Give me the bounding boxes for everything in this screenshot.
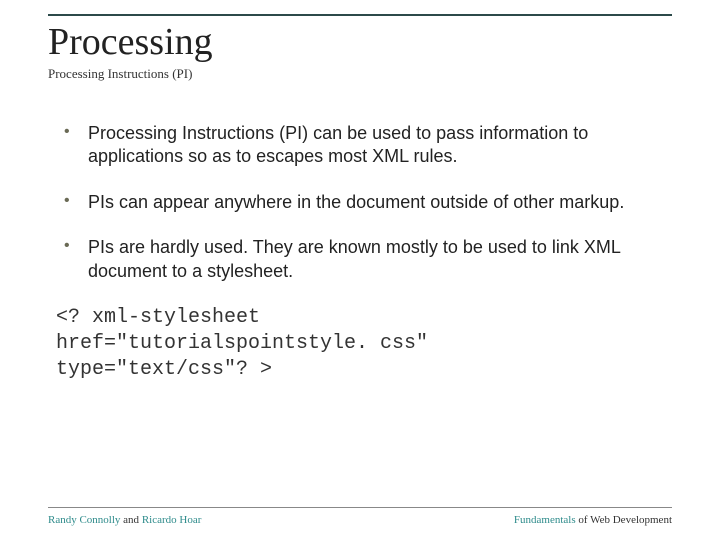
footer-right: Fundamentals of Web Development — [514, 514, 672, 526]
book-title-part: Fundamentals — [514, 514, 578, 526]
code-block: <? xml-stylesheet href="tutorialspointst… — [56, 305, 672, 383]
page-title: Processing — [48, 14, 672, 64]
author-name: Randy Connolly — [48, 514, 120, 526]
slide: Processing Processing Instructions (PI) … — [0, 0, 720, 540]
book-title-part: of Web Development — [578, 514, 672, 526]
list-item: Processing Instructions (PI) can be used… — [58, 122, 662, 169]
footer-left: Randy Connolly and Ricardo Hoar — [48, 514, 201, 526]
list-item: PIs are hardly used. They are known most… — [58, 236, 662, 283]
page-subtitle: Processing Instructions (PI) — [48, 66, 672, 82]
footer: Randy Connolly and Ricardo Hoar Fundamen… — [48, 507, 672, 526]
bullet-list: Processing Instructions (PI) can be used… — [48, 122, 672, 283]
footer-conj: and — [120, 514, 141, 526]
author-name: Ricardo Hoar — [142, 514, 202, 526]
list-item: PIs can appear anywhere in the document … — [58, 191, 662, 214]
